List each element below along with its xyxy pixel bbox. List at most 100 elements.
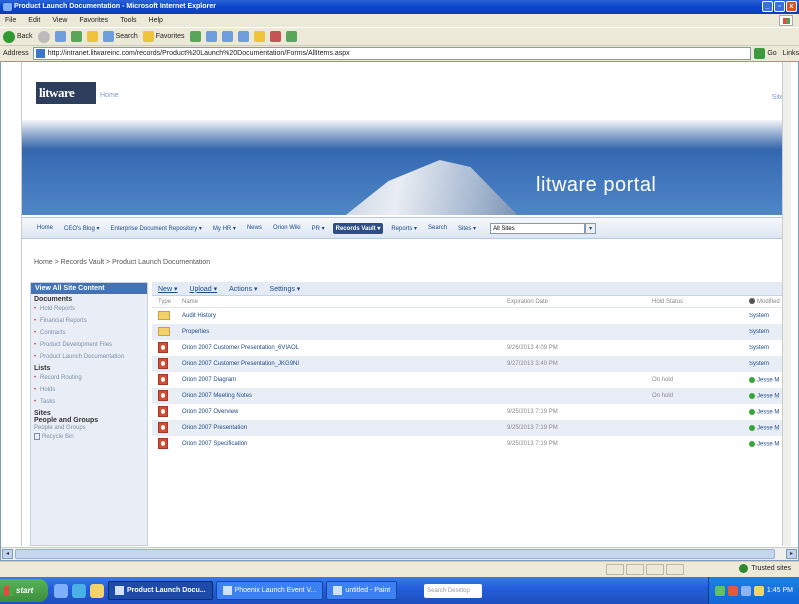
nav-records-vault[interactable]: Records Vault ▾: [332, 222, 384, 234]
powerpoint-file-icon[interactable]: [158, 437, 168, 449]
folder-icon[interactable]: [158, 326, 170, 336]
row-name-link[interactable]: Orion 2007 Overview: [182, 409, 507, 415]
volume-tray-icon[interactable]: [740, 585, 751, 596]
favorites-button[interactable]: Favorites: [142, 31, 185, 42]
nav-news[interactable]: News: [244, 223, 265, 233]
table-row[interactable]: Orion 2007 Meeting Notes On hold Jesse M: [152, 388, 791, 404]
desktop-search-input[interactable]: Search Desktop: [424, 583, 483, 598]
task-paint[interactable]: untitled - Paint: [326, 581, 398, 600]
security-tray-icon[interactable]: [727, 585, 738, 596]
nav-pr[interactable]: PR ▾: [309, 223, 328, 234]
nav-home[interactable]: Home: [34, 223, 56, 233]
presence-icon[interactable]: [749, 440, 755, 447]
address-input[interactable]: http://intranet.litwareinc.com/records/P…: [32, 47, 752, 60]
research-icon[interactable]: [269, 31, 281, 42]
folder-icon[interactable]: [158, 310, 170, 320]
horizontal-scrollbar[interactable]: ◂ ▸: [1, 547, 798, 560]
presence-icon[interactable]: [749, 408, 755, 415]
folder-quicklaunch-icon[interactable]: [90, 583, 104, 598]
table-row[interactable]: Orion 2007 Specification 9/25/2013 7:19 P…: [152, 436, 791, 452]
messenger-tray-icon[interactable]: [753, 585, 764, 596]
row-name-link[interactable]: Orion 2007 Meeting Notes: [182, 393, 507, 399]
scrollbar-thumb[interactable]: [15, 549, 775, 559]
ql-tasks[interactable]: Tasks: [31, 396, 147, 408]
print-icon[interactable]: [221, 31, 233, 42]
chevron-down-icon[interactable]: ▾: [585, 222, 597, 234]
search-button[interactable]: Search: [102, 31, 138, 42]
ql-product-launch-documentation[interactable]: Product Launch Documentation: [31, 351, 147, 363]
powerpoint-file-icon[interactable]: [158, 341, 168, 353]
table-row[interactable]: Orion 2007 Customer Presentation_6VIAOL 9…: [152, 340, 791, 356]
sites-heading[interactable]: Sites: [31, 408, 147, 417]
powerpoint-file-icon[interactable]: [158, 405, 168, 417]
settings-menu[interactable]: Settings ▾: [270, 285, 301, 293]
column-expiration-date[interactable]: Expiration Date: [507, 296, 652, 307]
ie-quicklaunch-icon[interactable]: [54, 583, 68, 598]
ql-product-development-files[interactable]: Product Development Files: [31, 339, 147, 351]
menu-view[interactable]: View: [52, 14, 67, 27]
row-name-link[interactable]: Orion 2007 Presentation: [182, 425, 507, 431]
ql-people-and-groups[interactable]: People and Groups: [31, 424, 147, 432]
upload-menu[interactable]: Upload ▾: [189, 285, 217, 293]
column-hold-status[interactable]: Hold Status: [652, 296, 749, 307]
breadcrumb[interactable]: Home > Records Vault > Product Launch Do…: [34, 259, 210, 266]
documents-heading[interactable]: Documents: [31, 294, 147, 303]
table-row[interactable]: Orion 2007 Overview 9/25/2013 7:19 PM Jess…: [152, 404, 791, 420]
nav-orion-wiki[interactable]: Orion Wiki: [270, 223, 304, 233]
history-icon[interactable]: [189, 31, 201, 42]
task-phoenix-launch[interactable]: Phoenix Launch Event V...: [215, 581, 324, 600]
messenger-icon[interactable]: [285, 31, 297, 42]
view-all-site-content-link[interactable]: View All Site Content: [31, 283, 147, 294]
ql-financial-reports[interactable]: Financial Reports: [31, 315, 147, 327]
new-menu[interactable]: New ▾: [158, 285, 177, 293]
close-button[interactable]: x: [786, 1, 797, 12]
nav-my-hr[interactable]: My HR ▾: [210, 223, 239, 234]
presence-icon[interactable]: [749, 424, 755, 431]
menu-favorites[interactable]: Favorites: [79, 14, 108, 27]
vertical-scrollbar[interactable]: [782, 62, 791, 546]
scroll-left-icon[interactable]: ◂: [2, 549, 13, 559]
column-name[interactable]: Name: [182, 296, 507, 307]
forward-arrow-icon[interactable]: [37, 30, 50, 43]
nav-search[interactable]: Search: [425, 223, 450, 233]
ql-record-routing[interactable]: Record Routing: [31, 372, 147, 384]
network-tray-icon[interactable]: [714, 585, 725, 596]
menu-tools[interactable]: Tools: [120, 14, 136, 27]
task-product-launch[interactable]: Product Launch Docu...: [108, 581, 213, 600]
table-row[interactable]: Orion 2007 Customer Presentation_JKG9NI 9…: [152, 356, 791, 372]
row-name-link[interactable]: Audit History: [182, 313, 507, 319]
nav-reports[interactable]: Reports ▾: [388, 223, 420, 234]
powerpoint-file-icon[interactable]: [158, 389, 168, 401]
back-button[interactable]: Back: [3, 30, 33, 43]
refresh-icon[interactable]: [70, 31, 82, 42]
presence-icon[interactable]: [749, 392, 755, 399]
nav-ceo-blog[interactable]: CEO's Blog ▾: [61, 223, 103, 234]
menu-file[interactable]: File: [5, 14, 16, 27]
table-row[interactable]: Properties System: [152, 324, 791, 340]
ql-hold-reports[interactable]: Hold Reports: [31, 303, 147, 315]
home-icon[interactable]: [86, 31, 98, 42]
folder-icon[interactable]: [253, 31, 265, 42]
maximize-button[interactable]: ▫: [774, 1, 785, 12]
litware-logo[interactable]: litware: [36, 82, 96, 104]
row-name-link[interactable]: Properties: [182, 329, 507, 335]
row-name-link[interactable]: Orion 2007 Diagram: [182, 377, 507, 383]
ql-holds[interactable]: Holds: [31, 384, 147, 396]
edit-icon[interactable]: [237, 31, 249, 42]
search-scope-select[interactable]: All Sites: [490, 222, 586, 234]
table-row[interactable]: Orion 2007 Presentation 9/25/2013 7:19 PM…: [152, 420, 791, 436]
people-groups-heading[interactable]: People and Groups: [31, 417, 147, 424]
nav-sites[interactable]: Sites ▾: [455, 223, 479, 234]
menu-help[interactable]: Help: [149, 14, 163, 27]
links-button[interactable]: Links: [783, 50, 799, 57]
presence-icon[interactable]: [749, 376, 755, 383]
powerpoint-file-icon[interactable]: [158, 357, 168, 369]
row-name-link[interactable]: Orion 2007 Specification: [182, 441, 507, 447]
home-link[interactable]: Home: [100, 92, 119, 99]
powerpoint-file-icon[interactable]: [158, 373, 168, 385]
column-type[interactable]: Type: [152, 296, 182, 307]
nav-document-repository[interactable]: Enterprise Document Repository ▾: [108, 223, 205, 234]
ql-recycle-bin[interactable]: Recycle Bin: [31, 432, 147, 441]
start-button[interactable]: start: [0, 579, 48, 602]
table-row[interactable]: Orion 2007 Diagram On hold Jesse M: [152, 372, 791, 388]
